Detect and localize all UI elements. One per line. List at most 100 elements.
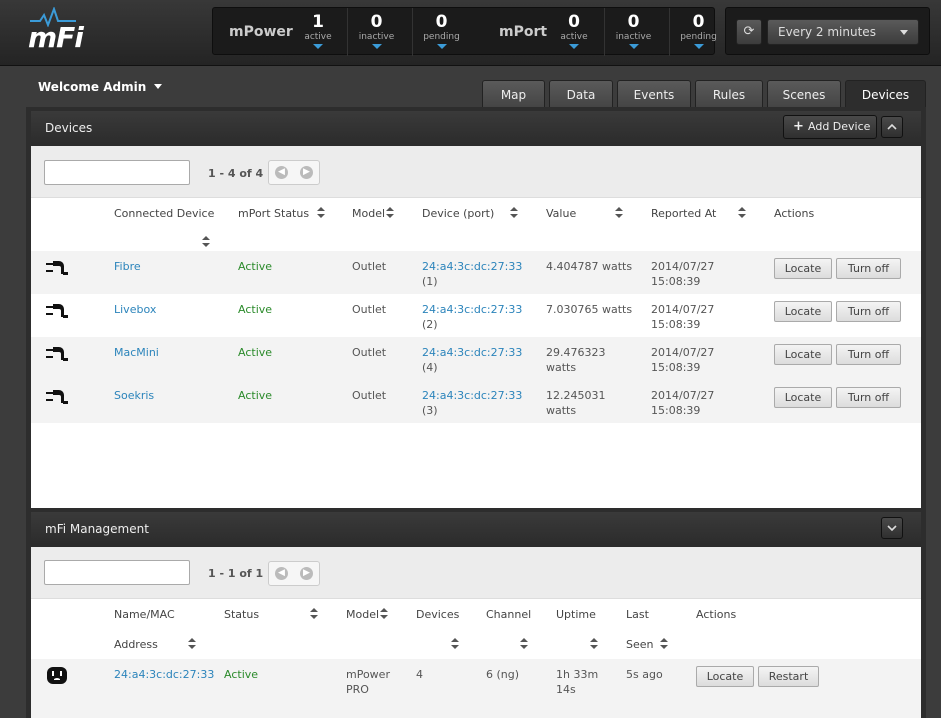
tab-scenes[interactable]: Scenes <box>767 80 841 108</box>
device-name-link[interactable]: Soekris <box>114 388 154 403</box>
logo-text: mFi <box>28 21 84 54</box>
sort-icon[interactable] <box>520 638 528 650</box>
tab-map[interactable]: Map <box>482 80 545 108</box>
model-text: Outlet <box>352 389 387 402</box>
device-stats: mPower 1 active 0 inactive 0 pending mPo… <box>212 7 717 56</box>
refresh-icon[interactable]: ⟳ <box>736 19 762 45</box>
refresh-interval-select[interactable]: Every 2 minutes <box>767 19 919 45</box>
col-last-seen[interactable]: Last <box>626 608 649 621</box>
user-menu[interactable]: Welcome Admin <box>38 80 163 94</box>
device-name-link[interactable]: Fibre <box>114 259 141 274</box>
tab-data[interactable]: Data <box>549 80 613 108</box>
port-text: (1) <box>422 275 438 288</box>
mpower-pending[interactable]: 0 pending <box>412 8 470 56</box>
sort-icon[interactable] <box>386 207 394 219</box>
device-mac-link[interactable]: 24:a4:3c:dc:27:33 <box>422 389 522 402</box>
expand-mgmt-button[interactable] <box>881 517 903 539</box>
last-seen-text: 5s ago <box>626 668 663 681</box>
caret-down-icon <box>900 30 908 35</box>
sort-icon[interactable] <box>590 638 598 650</box>
sort-icon[interactable] <box>317 207 325 219</box>
plug-icon <box>46 304 68 318</box>
chevron-up-icon <box>887 123 897 130</box>
locate-button[interactable]: Locate <box>696 666 754 687</box>
add-device-button[interactable]: + Add Device <box>783 115 877 139</box>
chevron-down-icon <box>371 44 382 49</box>
turn-off-button[interactable]: Turn off <box>836 258 901 279</box>
collapse-devices-button[interactable] <box>881 116 903 138</box>
mac-link[interactable]: 24:a4:3c:dc:27:33 <box>114 667 214 682</box>
mport-pending[interactable]: 0 pending <box>669 8 727 56</box>
prev-page-icon[interactable]: ◀ <box>275 567 288 580</box>
turn-off-button[interactable]: Turn off <box>836 387 901 408</box>
status-text: Active <box>238 389 273 402</box>
plug-icon <box>46 347 68 361</box>
mport-inactive[interactable]: 0 inactive <box>604 8 662 56</box>
col-channel[interactable]: Channel <box>486 608 531 621</box>
sort-icon[interactable] <box>660 638 668 650</box>
mgmt-toolbar: 1 - 1 of 1 ◀ ▶ <box>31 547 921 599</box>
mport-active[interactable]: 0 active <box>545 8 603 56</box>
locate-button[interactable]: Locate <box>774 301 832 322</box>
turn-off-button[interactable]: Turn off <box>836 301 901 322</box>
col-model[interactable]: Model <box>352 207 385 220</box>
col-status[interactable]: Status <box>224 608 259 621</box>
status-text: Active <box>224 668 259 681</box>
sort-icon[interactable] <box>188 638 196 650</box>
sort-icon[interactable] <box>451 638 459 650</box>
locate-button[interactable]: Locate <box>774 344 832 365</box>
model-text: Outlet <box>352 303 387 316</box>
sort-icon[interactable] <box>510 207 518 219</box>
device-name-link[interactable]: MacMini <box>114 345 159 360</box>
devices-panel-title: Devices <box>45 121 93 135</box>
device-mac-link[interactable]: 24:a4:3c:dc:27:33 <box>422 346 522 359</box>
refresh-control: ⟳ Every 2 minutes <box>725 7 930 55</box>
col-devices[interactable]: Devices <box>416 608 459 621</box>
chevron-down-icon <box>693 44 704 49</box>
prev-page-icon[interactable]: ◀ <box>275 166 288 179</box>
device-name-link[interactable]: Livebox <box>114 302 156 317</box>
mpower-active[interactable]: 1 active <box>289 8 347 56</box>
col-model[interactable]: Model <box>346 608 379 621</box>
mpower-label: mPower <box>229 24 293 40</box>
locate-button[interactable]: Locate <box>774 387 832 408</box>
tab-rules[interactable]: Rules <box>695 80 763 108</box>
device-mac-link[interactable]: 24:a4:3c:dc:27:33 <box>422 303 522 316</box>
mfi-logo: mFi <box>28 7 88 55</box>
col-value[interactable]: Value <box>546 207 576 220</box>
port-text: (4) <box>422 361 438 374</box>
device-mac-link[interactable]: 24:a4:3c:dc:27:33 <box>422 260 522 273</box>
sort-icon[interactable] <box>202 236 210 248</box>
reported-date: 2014/07/27 <box>651 260 715 273</box>
devices-count: 4 <box>416 668 423 681</box>
col-name-mac[interactable]: Name/MAC <box>114 608 175 621</box>
reported-date: 2014/07/27 <box>651 389 715 402</box>
value-text: 12.245031 <box>546 389 606 402</box>
sort-icon[interactable] <box>615 207 623 219</box>
col-actions: Actions <box>774 207 815 220</box>
col-reported-at[interactable]: Reported At <box>651 207 716 220</box>
col-connected-device[interactable]: Connected Device <box>114 207 214 220</box>
devices-search-input[interactable] <box>44 160 190 185</box>
mgmt-panel-body: 1 - 1 of 1 ◀ ▶ Name/MAC Address Status M… <box>31 547 921 718</box>
sort-icon[interactable] <box>380 608 388 620</box>
restart-button[interactable]: Restart <box>758 666 819 687</box>
col-uptime[interactable]: Uptime <box>556 608 596 621</box>
sort-icon[interactable] <box>310 608 318 620</box>
mgmt-pager-buttons: ◀ ▶ <box>268 561 320 586</box>
locate-button[interactable]: Locate <box>774 258 832 279</box>
next-page-icon[interactable]: ▶ <box>300 166 313 179</box>
tab-devices[interactable]: Devices <box>845 80 926 108</box>
next-page-icon[interactable]: ▶ <box>300 567 313 580</box>
table-row: 24:a4:3c:dc:27:33 Active mPower PRO 4 6 (… <box>31 659 921 718</box>
mgmt-search-input[interactable] <box>44 560 190 585</box>
turn-off-button[interactable]: Turn off <box>836 344 901 365</box>
reported-time: 15:08:39 <box>651 361 701 374</box>
col-mport-status[interactable]: mPort Status <box>238 207 309 220</box>
devices-pager-buttons: ◀ ▶ <box>268 160 320 185</box>
col-device-port[interactable]: Device (port) <box>422 207 494 220</box>
tab-events[interactable]: Events <box>617 80 691 108</box>
sort-icon[interactable] <box>738 207 746 219</box>
col-actions: Actions <box>696 608 737 621</box>
mpower-inactive[interactable]: 0 inactive <box>347 8 405 56</box>
